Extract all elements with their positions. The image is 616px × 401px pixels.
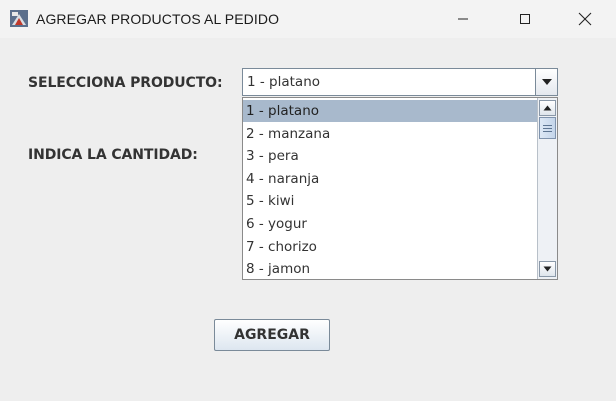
scroll-down-button[interactable] bbox=[539, 261, 556, 277]
triangle-down-icon bbox=[543, 266, 552, 272]
dropdown-option[interactable]: 4 - naranja bbox=[243, 168, 537, 190]
grip-line bbox=[543, 130, 552, 132]
dropdown-option[interactable]: 1 - platano bbox=[243, 100, 537, 122]
java-app-icon bbox=[10, 10, 28, 27]
product-label: SELECCIONA PRODUCTO: bbox=[28, 75, 223, 91]
dropdown-option-label: 5 - kiwi bbox=[246, 193, 295, 210]
dropdown-option[interactable]: 8 - jamon bbox=[243, 258, 537, 279]
close-button[interactable] bbox=[562, 0, 608, 38]
add-button[interactable]: AGREGAR bbox=[214, 319, 330, 351]
dropdown-option[interactable]: 7 - chorizo bbox=[243, 236, 537, 258]
dropdown-option-label: 7 - chorizo bbox=[246, 238, 317, 255]
vertical-scrollbar[interactable] bbox=[537, 98, 557, 279]
dropdown-option-label: 1 - platano bbox=[246, 103, 320, 119]
dropdown-option-label: 4 - naranja bbox=[246, 170, 320, 187]
close-icon bbox=[578, 12, 592, 26]
triangle-down-icon bbox=[541, 79, 552, 85]
dropdown-option[interactable]: 2 - manzana bbox=[243, 123, 537, 145]
minimize-icon bbox=[458, 18, 468, 20]
dropdown-option[interactable]: 5 - kiwi bbox=[243, 190, 537, 212]
scroll-up-button[interactable] bbox=[539, 100, 556, 116]
minimize-button[interactable] bbox=[440, 0, 486, 38]
window-title: AGREGAR PRODUCTOS AL PEDIDO bbox=[36, 11, 280, 27]
dropdown-option-label: 6 - yogur bbox=[246, 216, 307, 232]
dropdown-option-label: 8 - jamon bbox=[246, 261, 311, 278]
dropdown-option-label: 2 - manzana bbox=[246, 125, 331, 142]
maximize-icon bbox=[520, 14, 530, 24]
dropdown-option[interactable]: 3 - pera bbox=[243, 145, 537, 167]
combobox-arrow-button[interactable] bbox=[535, 69, 557, 95]
grip-line bbox=[543, 124, 552, 126]
scroll-thumb[interactable] bbox=[539, 117, 556, 139]
dropdown-option-label: 3 - pera bbox=[246, 148, 299, 165]
title-bar: AGREGAR PRODUCTOS AL PEDIDO bbox=[0, 0, 616, 38]
maximize-button[interactable] bbox=[502, 0, 548, 38]
product-dropdown-list[interactable]: 1 - platano 2 - manzana 3 - pera 4 - naranj… bbox=[242, 97, 558, 280]
grip-line bbox=[543, 127, 552, 129]
product-combobox-value: 1 - platano bbox=[247, 74, 321, 90]
dropdown-option[interactable]: 6 - yogur bbox=[243, 213, 537, 235]
quantity-label: INDICA LA CANTIDAD: bbox=[28, 147, 198, 163]
product-combobox[interactable]: 1 - platano bbox=[242, 68, 558, 96]
triangle-up-icon bbox=[543, 105, 552, 111]
